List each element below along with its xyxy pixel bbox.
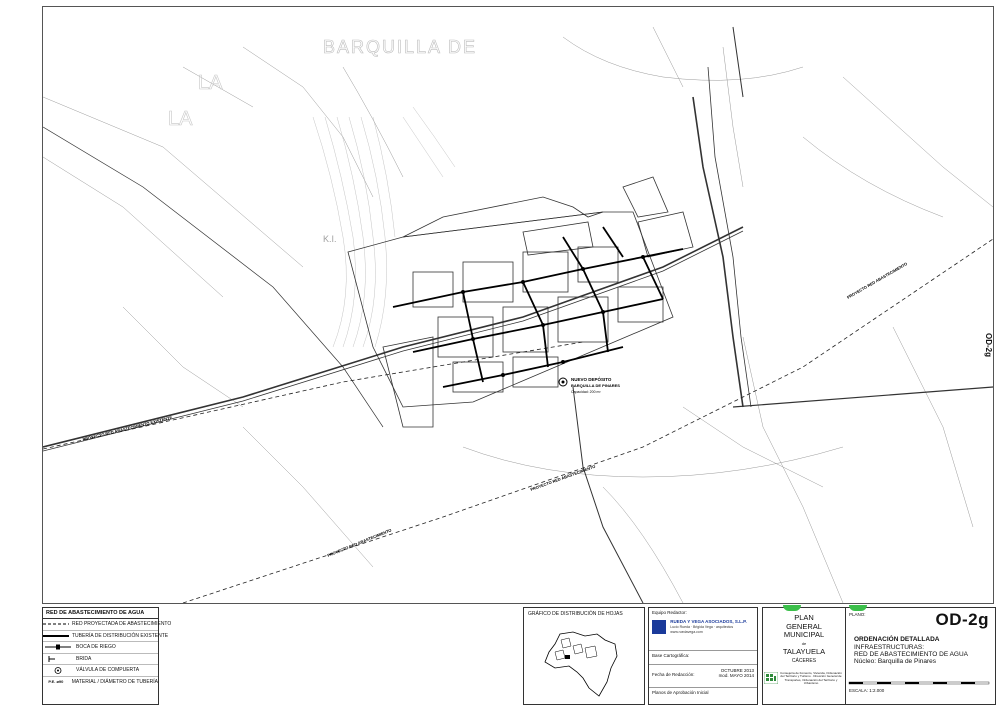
fecha-mod-value: mod. MAYO 2014 [718,673,754,678]
urban-area [347,176,694,428]
valve-symbols [461,255,645,377]
base-cartografica-label: Base Cartográfica: [652,653,690,658]
plano-title: ORDENACIÓN DETALLADA [854,636,940,643]
plano-code: OD-2g [935,610,989,629]
firm-website: www.ruedavega.com [670,630,703,634]
legend-label: BOCA DE RIEGO [76,644,116,651]
deposit-marker[interactable] [558,377,568,387]
scale-bar [848,681,990,685]
road-label: PROYECTO RED ABASTECIMIENTO [846,261,908,300]
escala-label: ESCALA: [849,688,869,693]
contour-lines [312,106,456,348]
funding-text: Consejería de Fomento, Vivienda, Ordenac… [780,671,842,686]
legend-row: RED PROYECTADA DE ABASTECIMIENTO [43,619,171,631]
map-frame[interactable]: NUEVO DEPÓSITO BARQUILLA DE PINARES Capa… [42,6,994,604]
legend-label: MATERIAL / DIÁMETRO DE TUBERÍA [71,678,158,685]
hydrant-icon [43,644,73,650]
title-block: PLAN GENERAL MUNICIPAL de TALAYUELA CÁCE… [762,605,996,705]
sheet-distribution-panel: GRÁFICO DE DISTRIBUCIÓN DE HOJAS [523,607,645,705]
fecha-label: Fecha de Redacción: [652,672,695,677]
legend-panel: RED DE ABASTECIMIENTO DE AGUA RED PROYEC… [42,607,171,705]
legend-label: RED PROYECTADA DE ABASTECIMIENTO [72,621,172,628]
dashed-line-icon [43,622,69,626]
map-canvas[interactable]: NUEVO DEPÓSITO BARQUILLA DE PINARES Capa… [43,7,993,603]
legend-row: TUBERÍA DE DISTRIBUCIÓN EXISTENTE [43,631,168,642]
firm-logo-icon [652,619,666,634]
place-label: K.I. [323,234,337,244]
planos-label: Planos de Aprobación Inicial [652,690,709,695]
side-sheet-code: OD-2g [984,333,993,357]
place-label: LA [198,72,223,94]
material-symbol: P.E. ø90 [48,679,64,685]
province-name: CÁCERES [791,657,817,664]
place-label: LA [168,108,193,130]
municipality-name: TALAYUELA [782,646,826,656]
municipality-outline [544,631,618,697]
deposit-capacity: Capacidad: 200 m³ [571,390,601,394]
road-label: PROYECTO RED ABASTECIMIENTO EXISTENTE [82,415,173,442]
legend-label: TUBERÍA DE DISTRIBUCIÓN EXISTENTE [72,632,169,639]
plan-general-block: PLAN GENERAL MUNICIPAL de TALAYUELA CÁCE… [763,605,867,704]
solid-line-icon [43,634,69,638]
plan-de: de [801,640,807,646]
legend-row: P.E. ø90 MATERIAL / DIÁMETRO DE TUBERÍA [43,677,158,688]
plano-subtitle: RED DE ABASTECIMIENTO DE AGUA [854,651,969,658]
deposit-name: BARQUILLA DE PINARES [571,383,620,388]
deposit-title: NUEVO DEPÓSITO [571,375,612,382]
firm-name: RUEDA Y VEGA ASOCIADOS, S.L.P. [670,619,747,624]
escala-value: 1:2.000 [869,688,885,693]
flange-icon [43,655,73,662]
valve-icon [43,666,73,674]
legend-row: VÁLVULA DE COMPUERTA [43,665,158,677]
equipo-label: Equipo Redactor: [652,610,687,615]
legend-title: RED DE ABASTECIMIENTO DE AGUA [43,608,158,619]
plano-label: PLANO: [849,612,866,617]
junta-logo-icon [764,672,778,684]
legend-row: BOCA DE RIEGO [43,642,158,654]
sheet-distribution-title: GRÁFICO DE DISTRIBUCIÓN DE HOJAS [528,611,623,617]
green-ribbon-icon [783,605,801,611]
plano-subtitle: INFRAESTRUCTURAS: [854,644,925,651]
firm-subtitle: Lucio Rueda · Brigida Vega · arquitectos [670,625,734,629]
legend-row: BRIDA [43,654,158,665]
legend-label: VÁLVULA DE COMPUERTA [76,667,140,674]
credits-panel: Equipo Redactor: RUEDA Y VEGA ASOCIADOS,… [648,607,758,705]
road-label: PROYECTO RED ABASTECIMIENTO [327,528,393,558]
plano-nucleo: Núcleo: Barquilla de Pinares [854,658,937,665]
place-label: BARQUILLA DE [323,37,477,57]
scale-text: ESCALA: 1:2.000 [849,688,884,693]
plan-line: MUNICIPAL [783,630,825,639]
plano-info-block: PLANO: OD-2g ORDENACIÓN DETALLADA INFRAE… [847,608,995,704]
legend-label: BRIDA [76,655,92,662]
